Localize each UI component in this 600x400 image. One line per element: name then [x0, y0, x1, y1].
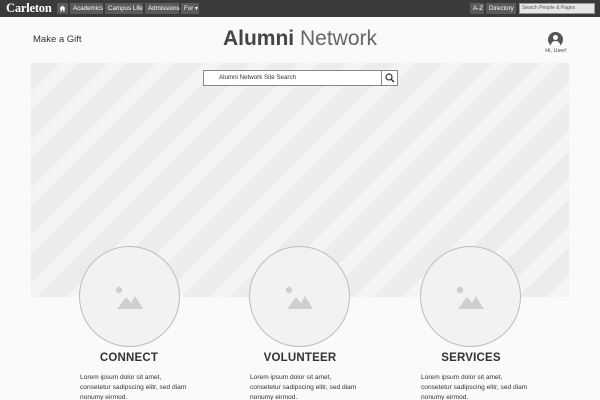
site-search-button[interactable]	[381, 70, 398, 86]
site-title: Alumni Network	[0, 27, 600, 51]
nav-campus-life[interactable]: Campus Life	[105, 3, 143, 14]
image-placeholder-icon	[285, 286, 313, 309]
site-search-input[interactable]: Alumni Network Site Search	[203, 70, 382, 86]
card-heading[interactable]: SERVICES	[381, 352, 561, 364]
carleton-logo[interactable]: Carleton	[6, 1, 52, 16]
card-image-placeholder[interactable]	[79, 246, 180, 347]
search-icon	[385, 73, 395, 83]
nav-for-dropdown[interactable]: For ▾	[181, 3, 199, 14]
nav-admissions[interactable]: Admissions	[145, 3, 180, 14]
global-search-input[interactable]: Search People & Pages	[519, 3, 595, 14]
card-description: Lorem ipsum dolor sit amet, consetetur s…	[80, 374, 187, 400]
user-greeting[interactable]: Hi, User!	[542, 48, 570, 54]
site-title-bold: Alumni	[222, 27, 295, 50]
card-description: Lorem ipsum dolor sit amet, consetetur s…	[250, 374, 357, 400]
global-topbar: Carleton Academics Campus Life Admission…	[0, 0, 600, 17]
nav-academics[interactable]: Academics	[70, 3, 103, 14]
card-heading[interactable]: VOLUNTEER	[210, 352, 390, 364]
card-image-placeholder[interactable]	[249, 246, 350, 347]
card-description: Lorem ipsum dolor sit amet, consetetur s…	[421, 374, 528, 400]
directory-button[interactable]: Directory	[486, 3, 516, 14]
az-index-button[interactable]: A-Z	[470, 3, 484, 14]
card-heading[interactable]: CONNECT	[39, 352, 219, 364]
home-button[interactable]	[57, 3, 68, 14]
home-icon	[59, 5, 66, 12]
card-image-placeholder[interactable]	[420, 246, 521, 347]
user-avatar-icon[interactable]	[548, 32, 563, 47]
site-title-light: Network	[299, 27, 378, 50]
image-placeholder-icon	[456, 286, 484, 309]
image-placeholder-icon	[115, 286, 143, 309]
